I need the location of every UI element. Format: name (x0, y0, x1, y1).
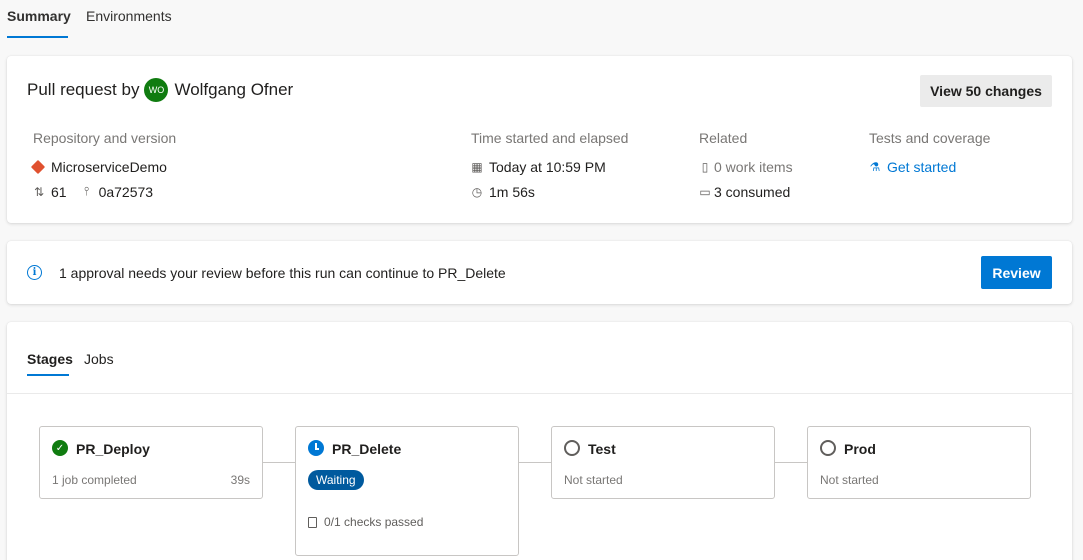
checks-text: 0/1 checks passed (324, 515, 424, 529)
related-label: Related (699, 130, 748, 146)
stage-card-test[interactable]: Test Not started (551, 426, 775, 499)
tab-summary[interactable]: Summary (7, 8, 71, 24)
flask-icon: ⚗ (869, 159, 881, 174)
checklist-icon (308, 516, 317, 528)
stage-duration: 39s (230, 473, 250, 487)
stage-name: Prod (844, 441, 876, 457)
stage-card-pr-delete[interactable]: PR_Delete Waiting 0/1 checks passed (295, 426, 519, 556)
related-column: Related ▯ 0 work items ▭ 3 consumed (699, 130, 793, 204)
avatar[interactable]: WO (144, 78, 169, 102)
stage-card-prod[interactable]: Prod Not started (807, 426, 1031, 499)
repository-name[interactable]: MicroserviceDemo (51, 159, 167, 175)
clipboard-icon: ▯ (701, 159, 709, 174)
info-icon: i (27, 265, 42, 280)
stage-status: Not started (564, 473, 623, 487)
calendar-icon: ▦ (471, 159, 483, 174)
active-tab-indicator (7, 36, 68, 38)
stages-card: Stages Jobs ✓ PR_Deploy 1 job completed … (7, 322, 1072, 560)
stage-name: Test (588, 441, 616, 457)
tab-stages[interactable]: Stages (27, 351, 73, 367)
active-subtab-indicator (27, 374, 69, 376)
not-started-circle-icon (820, 440, 836, 456)
status-badge: Waiting (308, 470, 364, 490)
stage-name: PR_Delete (332, 441, 402, 457)
repository-label: Repository and version (33, 130, 177, 146)
stage-status: 1 job completed (52, 473, 137, 487)
time-column: Time started and elapsed ▦ Today at 10:5… (471, 130, 628, 204)
artifact-icon: ▭ (699, 184, 711, 199)
tab-environments[interactable]: Environments (86, 8, 172, 24)
top-tabs: Summary Environments (0, 0, 1083, 40)
tests-column: Tests and coverage ⚗ Get started (869, 130, 990, 179)
git-repo-icon (30, 159, 46, 174)
time-label: Time started and elapsed (471, 130, 629, 146)
run-summary-card: Pull request by WO Wolfgang Ofner View 5… (7, 56, 1072, 223)
stage-status: Not started (820, 473, 879, 487)
stage-connector (775, 462, 807, 463)
stage-connector (263, 462, 295, 463)
approval-message: 1 approval needs your review before this… (59, 265, 506, 281)
get-started-link[interactable]: Get started (887, 159, 956, 175)
stage-card-pr-deploy[interactable]: ✓ PR_Deploy 1 job completed 39s (39, 426, 263, 499)
checks-summary[interactable]: 0/1 checks passed (308, 515, 423, 529)
clock-icon: ◷ (471, 184, 483, 199)
approval-banner: i 1 approval needs your review before th… (7, 241, 1072, 304)
commit-icon: ⫯ (83, 184, 90, 198)
work-items: 0 work items (714, 158, 793, 175)
tab-jobs[interactable]: Jobs (84, 351, 114, 367)
tests-label: Tests and coverage (869, 130, 991, 146)
review-button[interactable]: Review (981, 256, 1052, 289)
consumed-artifacts[interactable]: 3 consumed (714, 184, 790, 200)
pr-title-prefix: Pull request by (27, 80, 140, 99)
pull-request-icon: ⇅ (33, 184, 45, 199)
success-check-icon: ✓ (52, 440, 68, 456)
pr-number[interactable]: 61 (51, 184, 67, 200)
stage-name: PR_Deploy (76, 441, 150, 457)
time-elapsed: 1m 56s (489, 183, 535, 200)
time-started: Today at 10:59 PM (489, 158, 606, 175)
author-name[interactable]: Wolfgang Ofner (174, 80, 293, 100)
view-changes-button[interactable]: View 50 changes (920, 75, 1052, 107)
commit-hash[interactable]: 0a72573 (99, 184, 154, 200)
not-started-circle-icon (564, 440, 580, 456)
clock-waiting-icon (308, 440, 324, 456)
repository-column: Repository and version MicroserviceDemo … (30, 130, 177, 204)
pr-title: Pull request by WO Wolfgang Ofner (27, 78, 293, 102)
stage-connector (519, 462, 551, 463)
divider (7, 393, 1072, 394)
